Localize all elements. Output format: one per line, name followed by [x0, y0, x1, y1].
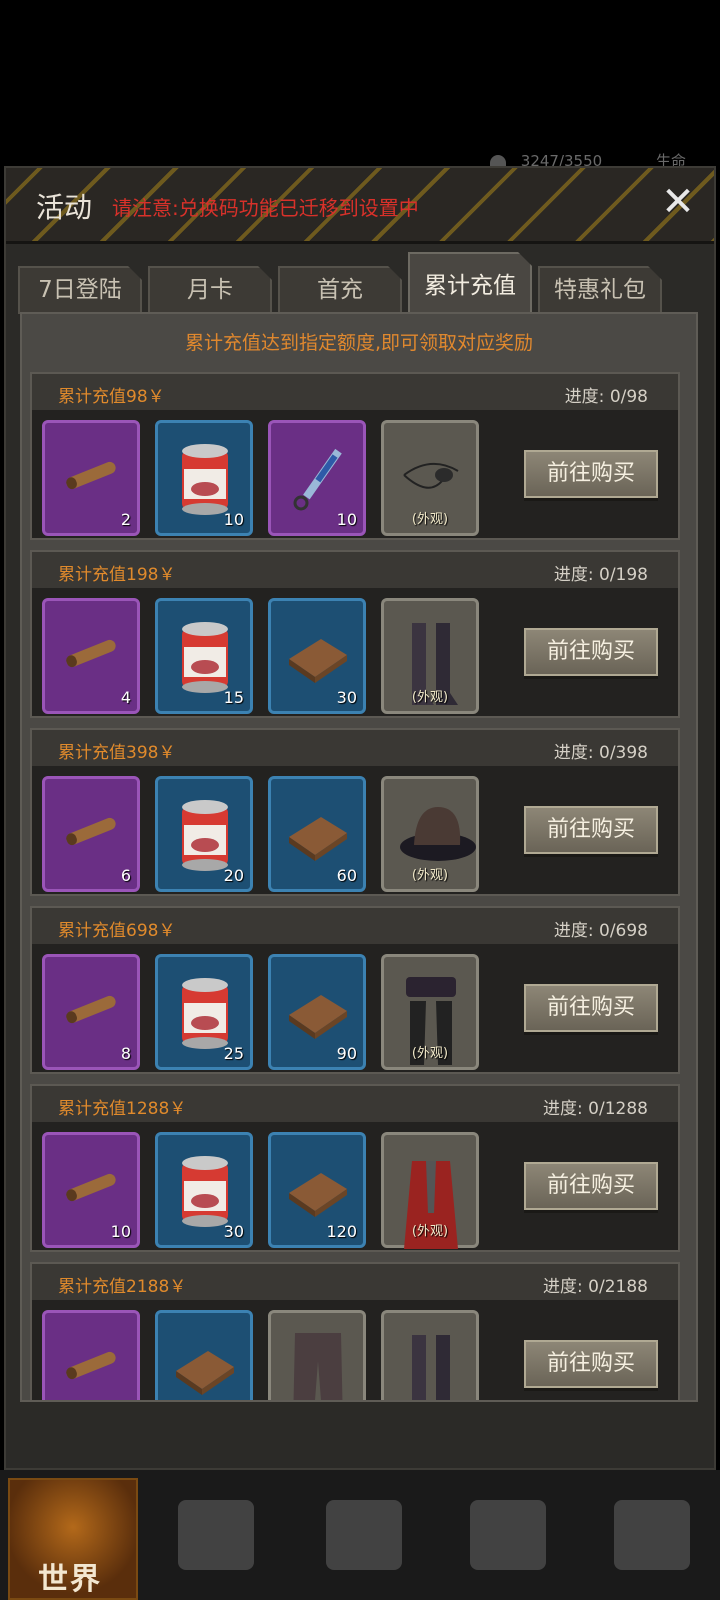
tier-header: 累计充值698￥ 进度: 0/698 [32, 908, 678, 944]
reward-list[interactable]: 累计充值达到指定额度,即可领取对应奖励 累计充值98￥ 进度: 0/98 2 10 10… [20, 312, 698, 1402]
notice-text: 请注意:兑换码功能已迁移到设置中 [112, 196, 419, 220]
item-quantity: 2 [120, 510, 131, 529]
appearance-tag: (外观) [411, 868, 449, 883]
reward-item-slot[interactable]: 30 [155, 1132, 253, 1248]
tier-title: 累计充值2188￥ [58, 1277, 187, 1297]
tier-header: 累计充值1288￥ 进度: 0/1288 [32, 1086, 678, 1122]
item-quantity: 15 [223, 688, 244, 707]
tier-progress: 进度: 0/1288 [543, 1099, 648, 1119]
reward-item-slot[interactable]: 20 [155, 776, 253, 892]
item-quantity: 4 [120, 688, 131, 707]
reward-item-slot[interactable]: 12 [42, 1310, 140, 1402]
nav-world-label: 世界 [38, 1562, 102, 1597]
tier-progress: 进度: 0/198 [553, 565, 648, 585]
item-quantity: 10 [336, 510, 357, 529]
reward-item-slot[interactable]: 10 [268, 420, 366, 536]
go-buy-button[interactable]: 前往购买 [524, 1162, 658, 1210]
reward-tier-card: 累计充值698￥ 进度: 0/698 8 25 90 (外观) 前往购买 [30, 906, 680, 1074]
item-quantity: 12 [111, 1400, 131, 1402]
appearance-tag: (外观) [411, 512, 449, 527]
item-quantity: 25 [223, 1044, 244, 1063]
item-quantity: 10 [110, 1222, 131, 1241]
activity-dialog: 活动 请注意:兑换码功能已迁移到设置中 ✕ 7日登陆 月卡 首充 累计充值 特惠… [4, 166, 716, 1470]
reward-item-slot[interactable]: 6 [42, 776, 140, 892]
tab-monthly-card[interactable]: 月卡 [148, 266, 272, 314]
reward-tier-card: 累计充值198￥ 进度: 0/198 4 15 30 (外观) 前往购买 [30, 550, 680, 718]
tier-header: 累计充值2188￥ 进度: 0/2188 [32, 1264, 678, 1300]
tier-header: 累计充值198￥ 进度: 0/198 [32, 552, 678, 588]
reward-item-slot[interactable]: 150 [155, 1310, 253, 1402]
tier-progress: 进度: 0/398 [553, 743, 648, 763]
item-quantity: 120 [326, 1222, 357, 1241]
close-button[interactable]: ✕ [656, 180, 700, 224]
cart-icon[interactable] [614, 1500, 690, 1570]
reward-item-slot[interactable]: (外观) [381, 1132, 479, 1249]
reward-item-slot[interactable]: 90 [268, 954, 366, 1070]
phone-icon[interactable] [470, 1500, 546, 1570]
reward-item-slot[interactable]: 60 [268, 776, 366, 892]
dialog-title: 活动 [36, 191, 93, 224]
reward-item-slot[interactable]: (外观) [381, 598, 479, 714]
go-buy-button[interactable]: 前往购买 [524, 628, 658, 676]
tier-progress: 进度: 0/698 [553, 921, 648, 941]
item-quantity: 30 [223, 1222, 244, 1241]
appearance-tag: (外观) [411, 690, 449, 705]
reward-item-slot[interactable]: 8 [42, 954, 140, 1070]
tab-special-pack[interactable]: 特惠礼包 [538, 266, 662, 314]
reward-item-slot[interactable]: 15 [155, 598, 253, 714]
reward-item-slot[interactable]: 4 [42, 598, 140, 714]
tier-progress: 进度: 0/98 [564, 387, 648, 407]
tab-bar: 7日登陆 月卡 首充 累计充值 特惠礼包 [18, 252, 708, 314]
reward-item-slot[interactable]: (外观) [381, 420, 479, 536]
tier-title: 累计充值98￥ [58, 387, 165, 407]
tier-header: 累计充值398￥ 进度: 0/398 [32, 730, 678, 766]
appearance-tag: (外观) [411, 1046, 449, 1061]
appearance-tag: (外观) [271, 1398, 363, 1400]
tier-title: 累计充值698￥ [58, 921, 176, 941]
tab-first-recharge[interactable]: 首充 [278, 266, 402, 314]
appearance-tag: (外观) [384, 1398, 476, 1400]
go-buy-button[interactable]: 前往购买 [524, 984, 658, 1032]
reward-item-slot[interactable]: 10 [155, 420, 253, 536]
go-buy-button[interactable]: 前往购买 [524, 1340, 658, 1388]
reward-item-slot[interactable]: (外观) [381, 1310, 479, 1400]
item-quantity: 8 [120, 1044, 131, 1063]
tier-title: 累计充值1288￥ [58, 1099, 187, 1119]
reward-tier-card: 累计充值2188￥ 进度: 0/2188 12 150 (外观) (外观) 前往购买 [30, 1262, 680, 1402]
dialog-header: 活动 请注意:兑换码功能已迁移到设置中 ✕ [6, 168, 714, 244]
item-quantity: 60 [336, 866, 357, 885]
go-buy-button[interactable]: 前往购买 [524, 806, 658, 854]
reward-item-slot[interactable]: 25 [155, 954, 253, 1070]
reward-tier-card: 累计充值98￥ 进度: 0/98 2 10 10 (外观) 前往购买 [30, 372, 680, 540]
item-quantity: 10 [223, 510, 244, 529]
tab-7day-login[interactable]: 7日登陆 [18, 266, 142, 314]
backpack-icon[interactable] [178, 1500, 254, 1570]
tier-title: 累计充值398￥ [58, 743, 176, 763]
close-icon: ✕ [661, 179, 695, 225]
reward-item-slot[interactable]: 10 [42, 1132, 140, 1248]
reward-subtitle: 累计充值达到指定额度,即可领取对应奖励 [184, 332, 534, 354]
character-icon[interactable] [326, 1500, 402, 1570]
item-quantity: 150 [213, 1400, 244, 1402]
tab-cumulative-recharge[interactable]: 累计充值 [408, 252, 532, 314]
appearance-tag: (外观) [411, 1224, 449, 1239]
reward-item-slot[interactable]: (外观) [381, 954, 479, 1070]
item-quantity: 90 [336, 1044, 357, 1063]
tier-title: 累计充值198￥ [58, 565, 176, 585]
reward-tier-card: 累计充值398￥ 进度: 0/398 6 20 60 (外观) 前往购买 [30, 728, 680, 896]
nav-world[interactable]: 世界 [8, 1478, 138, 1600]
tier-header: 累计充值98￥ 进度: 0/98 [32, 374, 678, 410]
reward-tier-card: 累计充值1288￥ 进度: 0/1288 10 30 120 (外观) 前往购买 [30, 1084, 680, 1252]
reward-item-slot[interactable]: 2 [42, 420, 140, 536]
go-buy-button[interactable]: 前往购买 [524, 450, 658, 498]
reward-item-slot[interactable]: (外观) [381, 776, 479, 892]
tier-progress: 进度: 0/2188 [543, 1277, 648, 1297]
reward-item-slot[interactable]: 30 [268, 598, 366, 714]
reward-item-slot[interactable]: (外观) [268, 1310, 366, 1400]
reward-item-slot[interactable]: 120 [268, 1132, 366, 1248]
item-quantity: 6 [120, 866, 131, 885]
item-quantity: 30 [336, 688, 357, 707]
item-quantity: 20 [223, 866, 244, 885]
